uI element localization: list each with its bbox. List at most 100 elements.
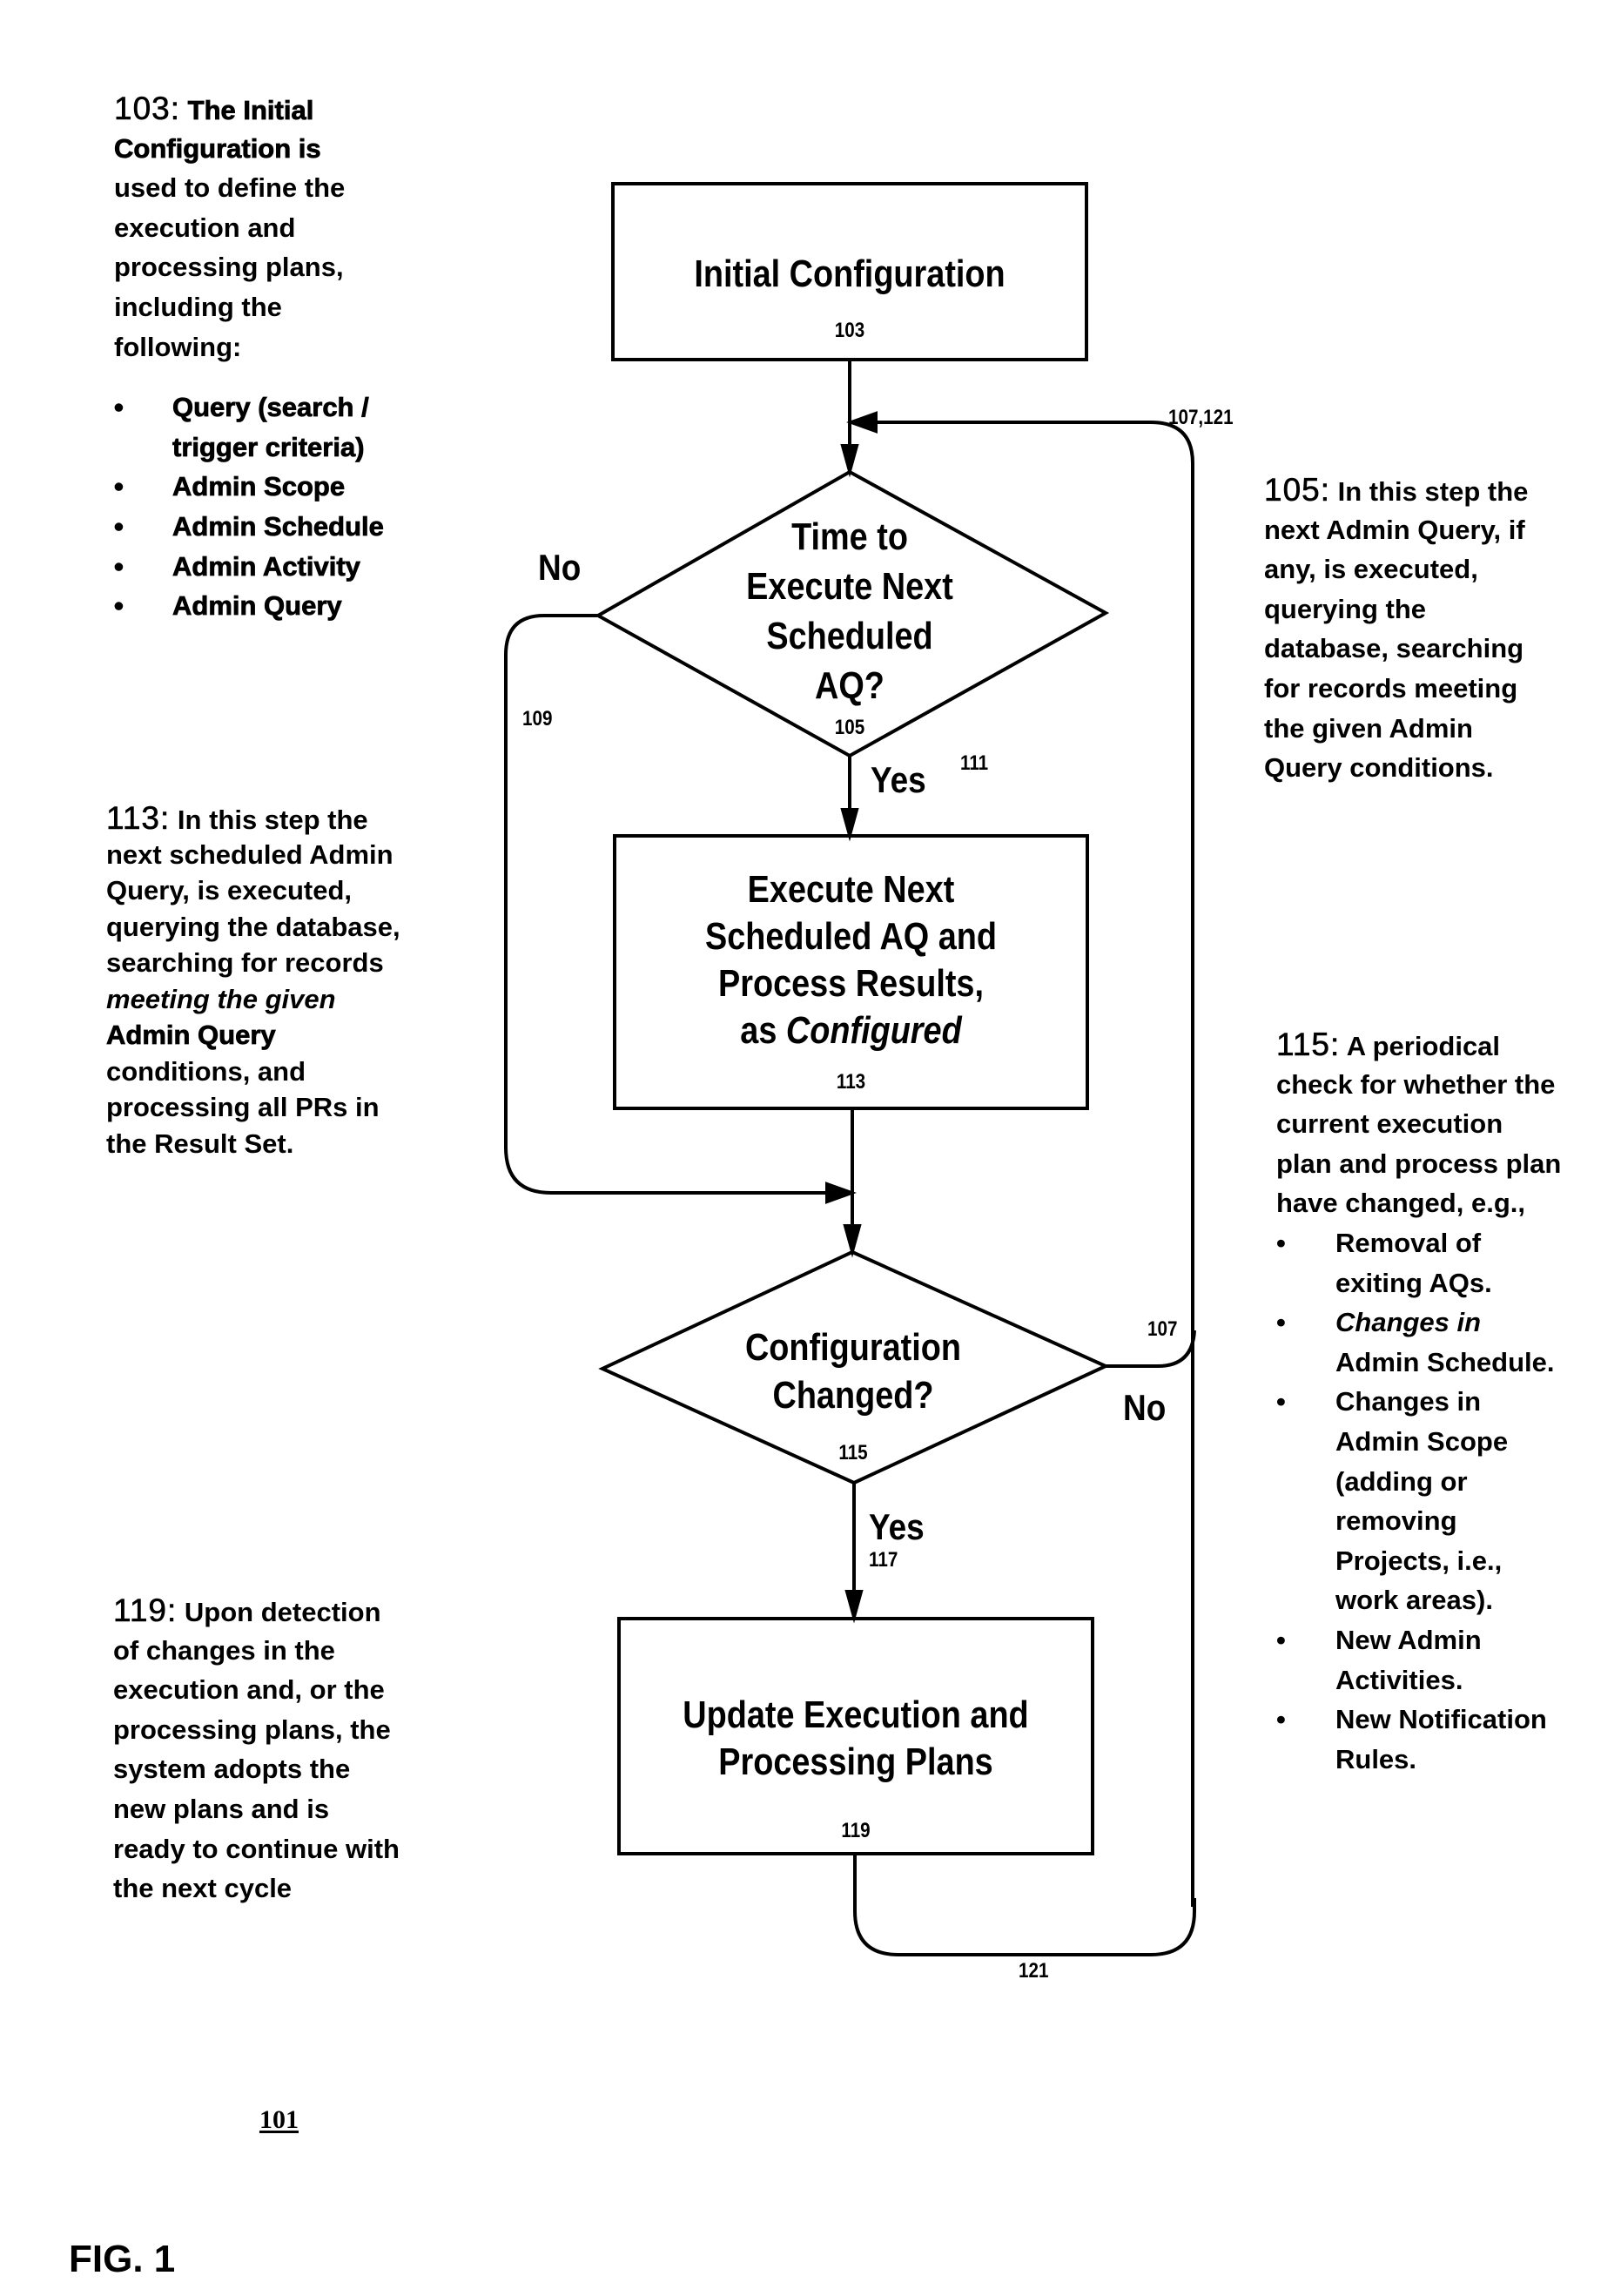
note-103-bullet: • Admin Schedule (114, 507, 385, 547)
note-113-line: searching for records (106, 947, 384, 978)
note-103-line: execution and (114, 212, 296, 243)
step-113-line-configured: Configured (785, 1009, 962, 1052)
note-103-line: including the (114, 291, 282, 322)
note-105-line: next Admin Query, if (1264, 514, 1525, 545)
arrowhead-into-115 (843, 1224, 862, 1258)
step-113-line: Scheduled AQ and (704, 915, 997, 958)
bullet-text: Projects, i.e., (1335, 1545, 1503, 1576)
bullet-text: Admin Scope (1335, 1425, 1509, 1457)
note-113-line: Query, is executed, (106, 875, 352, 906)
bullet-text: (adding or (1335, 1465, 1468, 1497)
step-119-number: 119 (841, 1819, 871, 1842)
note-115-line: current execution (1276, 1108, 1503, 1140)
note-105-ref: 105: (1264, 472, 1331, 508)
bullet-icon: • (1276, 1704, 1286, 1735)
arrowhead-into-113 (840, 808, 859, 842)
bullet-icon: • (1276, 1386, 1286, 1417)
bullet-icon: • (114, 590, 124, 622)
note-103-bullet: • Admin Scope (114, 467, 384, 507)
bullet-text: Admin Activity (172, 550, 361, 582)
figure-reference-number: 101 (259, 2105, 299, 2134)
note-113-line: meeting the given (106, 983, 336, 1014)
step-113-line: Execute Next (747, 868, 955, 911)
bullet-icon: • (1276, 1307, 1286, 1338)
note-115-bullet: • Removal of exiting AQs. (1276, 1223, 1561, 1303)
bullet-text: Removal of (1335, 1227, 1482, 1258)
step-113-title: Execute Next Scheduled AQ and Process Re… (648, 866, 1054, 1054)
connector-121 (853, 1854, 1196, 1956)
bullet-text: Rules. (1335, 1743, 1417, 1774)
step-119-line: Update Execution and (683, 1693, 1029, 1736)
note-113-line: querying the database, (106, 911, 400, 942)
note-103-bullet: • Query (search / trigger criteria) (114, 387, 384, 467)
note-103-bullet: • Admin Activity (114, 547, 384, 587)
bullet-text: Admin Scope (172, 471, 346, 502)
edge-label-yes-117: Yes (869, 1506, 925, 1547)
arrowhead-loop-into-main (846, 411, 878, 434)
note-113-line: 113: In this step the (106, 800, 400, 837)
bullet-text: Admin Query (172, 590, 342, 622)
step-113-line-as: as (740, 1009, 786, 1052)
note-105-line: database, searching (1264, 633, 1524, 664)
edge-number-121: 121 (1019, 1959, 1049, 1983)
step-113-number: 113 (836, 1070, 866, 1094)
note-115: 115: A periodical check for whether the … (1276, 1025, 1562, 1779)
step-105-line: Scheduled (766, 615, 933, 657)
bullet-text: Query (search / (172, 392, 370, 423)
note-115-bullet: • Changes in Admin Scope (adding or removing… (1276, 1382, 1561, 1620)
note-119-line: 119: Upon detection (113, 1591, 400, 1631)
bullet-text: removing (1335, 1505, 1457, 1537)
edge-number-107: 107 (1147, 1317, 1178, 1341)
note-115-line: check for whether the (1276, 1068, 1556, 1100)
note-119-line: system adopts the (113, 1754, 351, 1785)
step-113-line: Process Results, (718, 962, 984, 1005)
note-115-line: have changed, e.g., (1276, 1188, 1525, 1219)
note-119-line: execution and, or the (113, 1674, 385, 1706)
note-103-line: used to define the (114, 172, 346, 204)
note-119-text: Upon detection (184, 1597, 381, 1627)
step-103-title: Initial Configuration (646, 250, 1053, 298)
bullet-text: Admin Schedule. (1335, 1346, 1555, 1377)
bullet-icon: • (114, 392, 124, 423)
note-115-bullet: • New Admin Activities. (1276, 1620, 1561, 1700)
note-113-line: next scheduled Admin (106, 838, 393, 870)
bullet-text: Changes in (1335, 1386, 1482, 1417)
note-115-ref: 115: (1276, 1027, 1341, 1063)
note-103-text: The Initial (187, 95, 314, 126)
step-105-title: Time to Execute Next Scheduled AQ? (700, 512, 999, 710)
note-105-line: Query conditions. (1264, 752, 1494, 784)
bullet-icon: • (114, 510, 124, 542)
note-103-bullet: • Admin Query (114, 586, 384, 626)
step-105-line: Time to (791, 515, 908, 558)
note-105: 105: In this step the next Admin Query, … (1264, 470, 1529, 788)
note-103-ref: 103: (114, 91, 181, 127)
step-115-line: Changed? (772, 1374, 934, 1417)
step-105-line: AQ? (815, 664, 884, 707)
note-103-line: Configuration is (114, 132, 321, 164)
note-105-line: for records meeting (1264, 672, 1518, 704)
edge-label-yes-111: Yes (871, 759, 926, 800)
bullet-icon: • (114, 550, 124, 582)
note-115-line: plan and process plan (1276, 1148, 1562, 1179)
note-103-line: 103: The Initial (114, 89, 384, 129)
figure-label: FIG. 1 (69, 2238, 176, 2280)
note-113-line: Admin Query (106, 1020, 276, 1051)
note-103: 103: The Initial Configuration is used t… (114, 89, 385, 626)
step-115-number: 115 (838, 1441, 868, 1464)
edge-number-111: 111 (960, 751, 989, 775)
note-113-ref: 113: (106, 800, 171, 837)
bullet-text: New Notification (1335, 1704, 1547, 1735)
note-105-line: any, is executed, (1264, 554, 1478, 585)
arrowhead-into-105 (840, 444, 859, 478)
bullet-icon: • (1276, 1227, 1286, 1258)
step-113-line: as Configured (648, 1007, 1054, 1054)
note-103-spacer (114, 367, 384, 387)
bullet-text: exiting AQs. (1335, 1267, 1492, 1298)
note-105-line: 105: In this step the (1264, 470, 1529, 510)
step-115-title: Configuration Changed? (703, 1323, 1003, 1419)
note-119-line: new plans and is (113, 1793, 330, 1824)
note-113-line: processing all PRs in (106, 1092, 380, 1122)
note-105-line: querying the (1264, 593, 1427, 624)
note-113-line: conditions, and (106, 1055, 306, 1087)
note-119-line: the next cycle (113, 1873, 293, 1904)
